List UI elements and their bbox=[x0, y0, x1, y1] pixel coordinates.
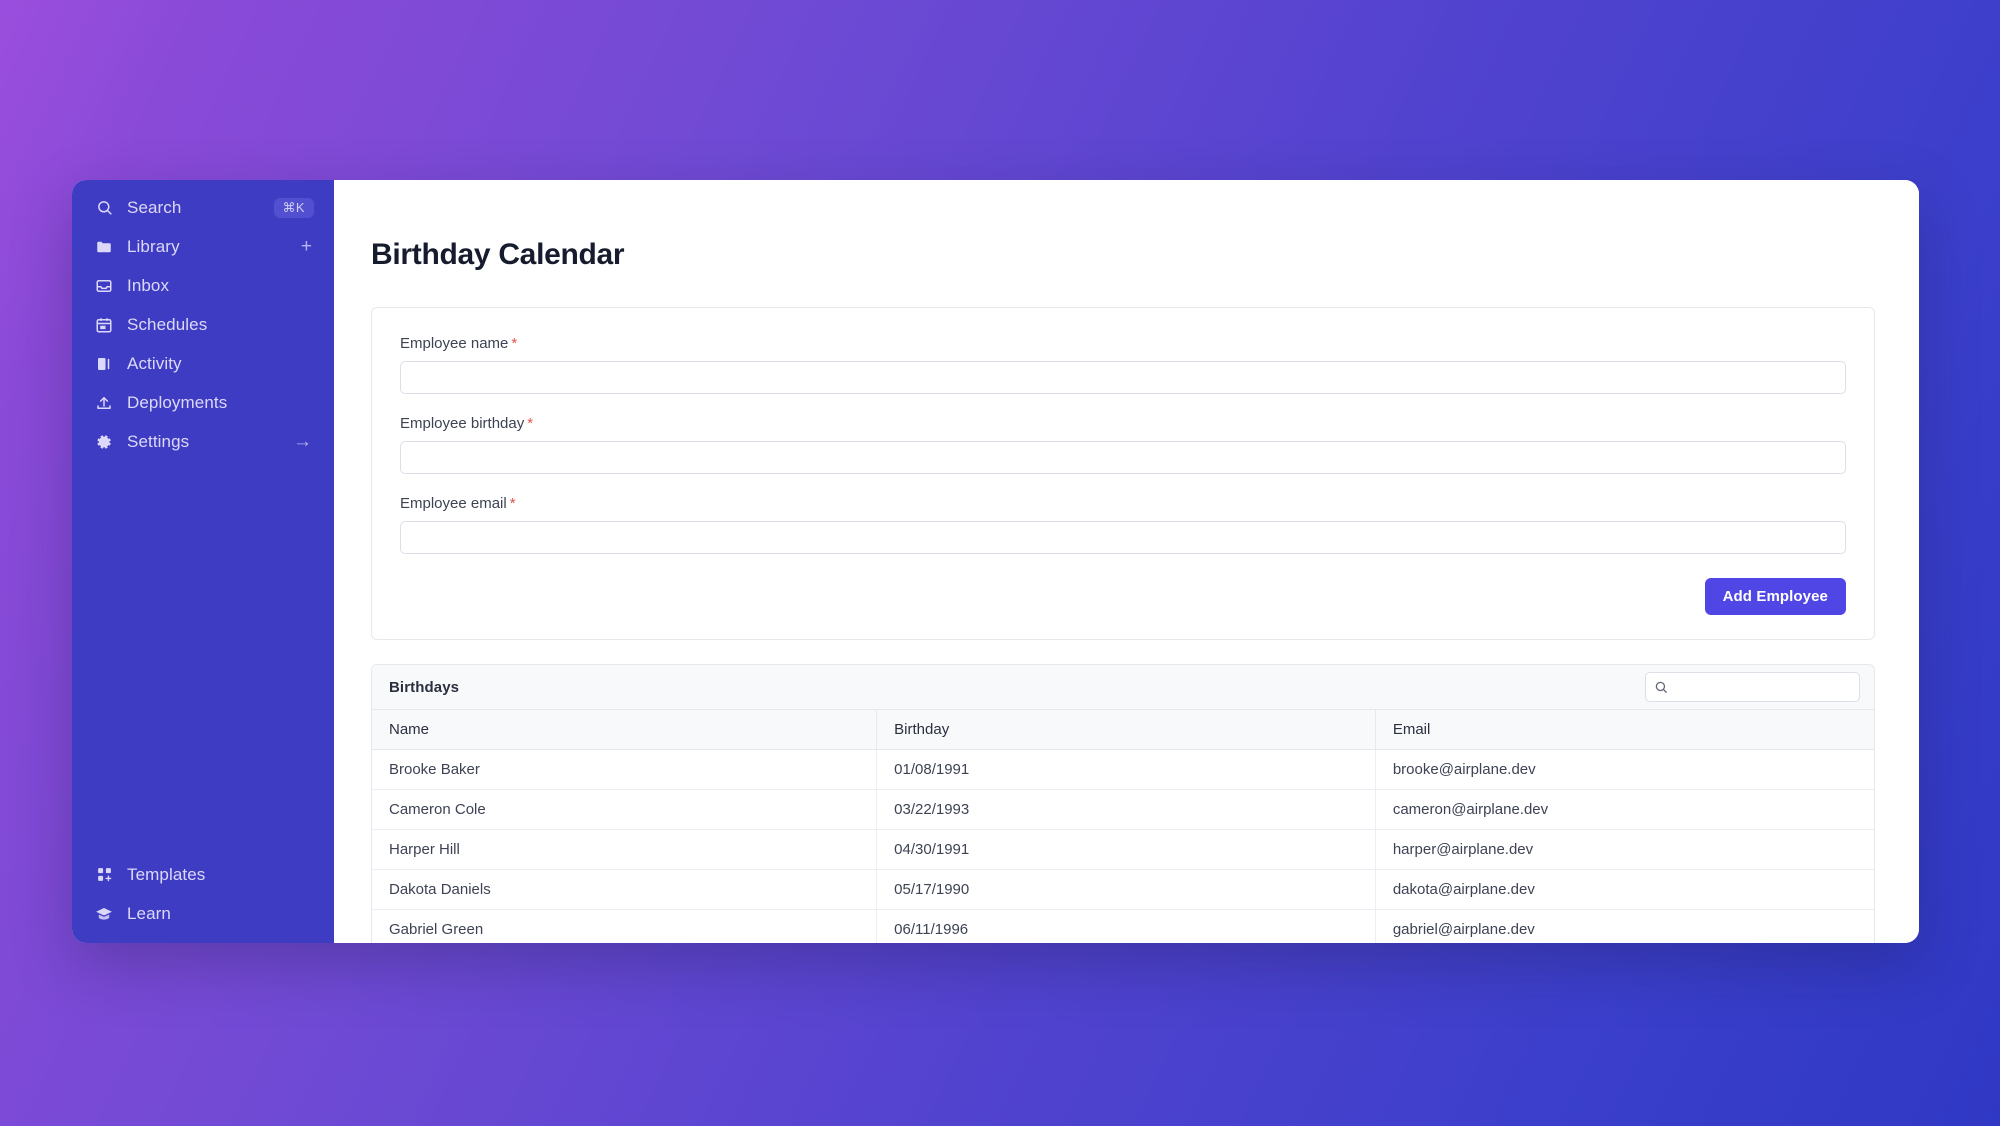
calendar-icon bbox=[93, 314, 115, 336]
birthdays-table-card: Birthdays Name Birthday Email Brooke Bak… bbox=[371, 664, 1875, 943]
sidebar-item-label: Inbox bbox=[127, 276, 170, 295]
employee-email-label: Employee email * bbox=[400, 495, 1846, 512]
sidebar-item-search[interactable]: Search ⌘K bbox=[82, 188, 324, 227]
sidebar-item-label: Deployments bbox=[127, 393, 228, 412]
employee-name-label: Employee name * bbox=[400, 335, 1846, 352]
form-actions: Add Employee bbox=[400, 578, 1846, 615]
column-header-email[interactable]: Email bbox=[1375, 710, 1874, 750]
add-employee-form: Employee name * Employee birthday * Employ… bbox=[371, 307, 1875, 640]
sidebar-item-label: Settings bbox=[127, 432, 190, 451]
sidebar-item-inbox[interactable]: Inbox bbox=[82, 266, 324, 305]
cell-birthday: 01/08/1991 bbox=[876, 749, 1376, 790]
sidebar-item-deployments[interactable]: Deployments bbox=[82, 383, 324, 422]
page-title: Birthday Calendar bbox=[371, 238, 625, 271]
search-shortcut-badge: ⌘K bbox=[273, 197, 314, 218]
table-row[interactable]: Cameron Cole 03/22/1993 cameron@airplane… bbox=[372, 789, 1874, 830]
cell-email: brooke@airplane.dev bbox=[1375, 749, 1874, 790]
sidebar-item-label: Schedules bbox=[127, 315, 208, 334]
cell-name: Cameron Cole bbox=[372, 789, 878, 830]
cell-name: Dakota Daniels bbox=[372, 869, 878, 910]
sidebar-item-settings[interactable]: Settings → bbox=[82, 422, 324, 461]
activity-icon bbox=[93, 353, 115, 375]
sidebar-item-label: Learn bbox=[127, 904, 171, 923]
table-head: Name Birthday Email bbox=[372, 710, 1874, 750]
employee-birthday-input[interactable] bbox=[400, 441, 1846, 474]
sidebar-item-label: Activity bbox=[127, 354, 182, 373]
sidebar: Search ⌘K Library + Inbox Schedules Acti… bbox=[72, 180, 334, 943]
cell-birthday: 03/22/1993 bbox=[876, 789, 1376, 830]
search-icon bbox=[1654, 680, 1668, 694]
required-asterisk: * bbox=[527, 415, 534, 432]
cell-birthday: 06/11/1996 bbox=[876, 909, 1376, 943]
required-asterisk: * bbox=[509, 495, 516, 512]
app-window: Search ⌘K Library + Inbox Schedules Acti… bbox=[72, 180, 1919, 943]
sidebar-item-label: Search bbox=[127, 198, 182, 217]
templates-icon bbox=[93, 864, 115, 886]
table-toolbar: Birthdays bbox=[372, 665, 1874, 710]
sidebar-item-schedules[interactable]: Schedules bbox=[82, 305, 324, 344]
column-header-birthday[interactable]: Birthday bbox=[876, 710, 1376, 750]
employee-birthday-field-group: Employee birthday * bbox=[400, 415, 1846, 474]
graduation-cap-icon bbox=[93, 903, 115, 925]
cell-name: Gabriel Green bbox=[372, 909, 878, 943]
sidebar-item-learn[interactable]: Learn bbox=[82, 894, 324, 933]
table-search-input[interactable] bbox=[1645, 672, 1860, 702]
table-row[interactable]: Dakota Daniels 05/17/1990 dakota@airplan… bbox=[372, 869, 1874, 910]
sidebar-item-templates[interactable]: Templates bbox=[82, 855, 324, 894]
cell-birthday: 05/17/1990 bbox=[876, 869, 1376, 910]
table-row[interactable]: Gabriel Green 06/11/1996 gabriel@airplan… bbox=[372, 909, 1874, 943]
birthdays-table: Name Birthday Email Brooke Baker 01/08/1… bbox=[372, 710, 1874, 943]
inbox-icon bbox=[93, 275, 115, 297]
add-library-icon[interactable]: + bbox=[301, 237, 314, 256]
label-text: Employee email bbox=[400, 495, 507, 512]
cell-email: harper@airplane.dev bbox=[1375, 829, 1874, 870]
sidebar-item-label: Library bbox=[127, 237, 180, 256]
sidebar-bottom-nav: Templates Learn bbox=[72, 855, 334, 943]
employee-email-field-group: Employee email * bbox=[400, 495, 1846, 554]
employee-email-input[interactable] bbox=[400, 521, 1846, 554]
cell-email: cameron@airplane.dev bbox=[1375, 789, 1874, 830]
sidebar-item-label: Templates bbox=[127, 865, 206, 884]
sidebar-item-library[interactable]: Library + bbox=[82, 227, 324, 266]
cell-email: gabriel@airplane.dev bbox=[1375, 909, 1874, 943]
employee-birthday-label: Employee birthday * bbox=[400, 415, 1846, 432]
label-text: Employee birthday bbox=[400, 415, 525, 432]
table-title: Birthdays bbox=[389, 678, 460, 696]
upload-icon bbox=[93, 392, 115, 414]
sidebar-primary-nav: Search ⌘K Library + Inbox Schedules Acti… bbox=[72, 188, 334, 461]
table-header-row: Name Birthday Email bbox=[372, 710, 1874, 750]
table-row[interactable]: Brooke Baker 01/08/1991 brooke@airplane.… bbox=[372, 749, 1874, 790]
cell-name: Harper Hill bbox=[372, 829, 878, 870]
table-row[interactable]: Harper Hill 04/30/1991 harper@airplane.d… bbox=[372, 829, 1874, 870]
required-asterisk: * bbox=[511, 335, 518, 352]
arrow-right-icon[interactable]: → bbox=[293, 432, 314, 451]
employee-name-field-group: Employee name * bbox=[400, 335, 1846, 394]
gear-icon bbox=[93, 431, 115, 453]
sidebar-item-activity[interactable]: Activity bbox=[82, 344, 324, 383]
employee-name-input[interactable] bbox=[400, 361, 1846, 394]
cell-email: dakota@airplane.dev bbox=[1375, 869, 1874, 910]
search-icon bbox=[93, 197, 115, 219]
label-text: Employee name bbox=[400, 335, 509, 352]
add-employee-button[interactable]: Add Employee bbox=[1704, 578, 1846, 615]
main-content: Birthday Calendar Employee name * Employe… bbox=[334, 180, 1919, 943]
column-header-name[interactable]: Name bbox=[372, 710, 878, 750]
folder-icon bbox=[93, 236, 115, 258]
table-body: Brooke Baker 01/08/1991 brooke@airplane.… bbox=[372, 749, 1874, 943]
cell-name: Brooke Baker bbox=[372, 749, 878, 790]
cell-birthday: 04/30/1991 bbox=[876, 829, 1376, 870]
table-search-wrap bbox=[1645, 672, 1860, 702]
